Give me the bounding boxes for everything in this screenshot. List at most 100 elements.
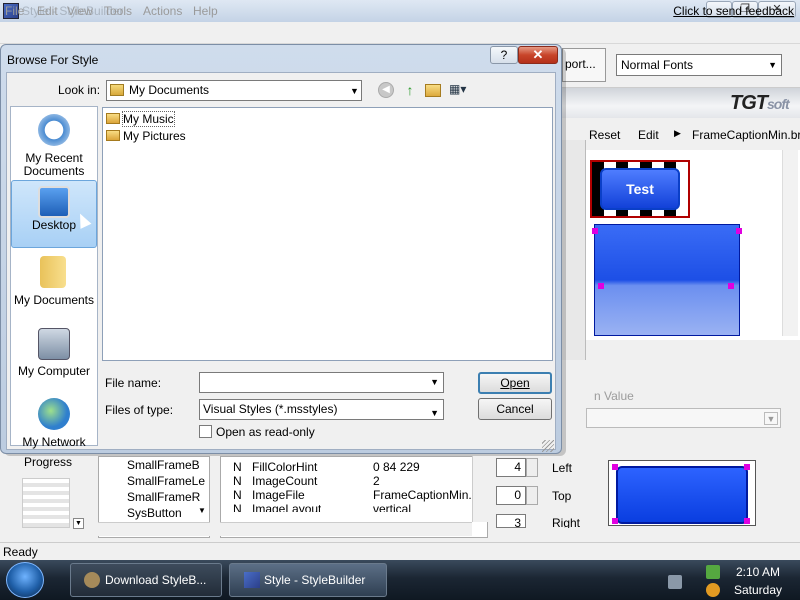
list-item-my-music[interactable]: My Music	[106, 111, 175, 127]
chevron-down-icon[interactable]: ▼	[350, 86, 359, 96]
file-name-label: File name:	[105, 376, 162, 390]
file-name-input[interactable]: ▼	[199, 372, 444, 393]
feedback-link[interactable]: Click to send feedback	[673, 4, 794, 18]
spinner-arrows[interactable]	[526, 486, 538, 505]
margin-top-spinner[interactable]: 0	[496, 486, 526, 505]
read-only-label[interactable]: Open as read-only	[216, 425, 315, 439]
value-label: n Value	[594, 389, 634, 403]
grid-name-cell[interactable]: ImageFile	[252, 488, 305, 502]
menu-actions[interactable]: Actions	[143, 4, 182, 18]
music-folder-icon	[106, 113, 120, 124]
frame-name-label: FrameCaptionMin.br	[692, 128, 800, 142]
fonts-select[interactable]: Normal Fonts ▼	[616, 54, 782, 76]
open-button[interactable]: Open	[478, 372, 552, 394]
sizing-marker	[612, 518, 618, 524]
tree-item[interactable]: SmallFrameLe	[127, 474, 205, 488]
margin-right-spinner[interactable]: 3	[496, 514, 526, 528]
stylebuilder-icon	[244, 572, 260, 588]
download-icon	[84, 572, 100, 588]
resize-grip[interactable]	[542, 440, 554, 452]
clock-day[interactable]: Saturday	[734, 583, 782, 597]
brand-logo: TGTsoft	[730, 92, 790, 114]
files-of-type-value: Visual Styles (*.msstyles)	[203, 402, 338, 416]
clock-icon	[38, 114, 70, 146]
look-in-select[interactable]: My Documents	[106, 80, 362, 101]
menu-edit[interactable]: Edit	[37, 4, 58, 18]
list-item-my-pictures[interactable]: My Pictures	[106, 129, 186, 143]
grid-horizontal-scrollbar[interactable]	[220, 522, 472, 536]
grid-name-cell[interactable]: FillColorHint	[252, 460, 317, 474]
sizing-marker	[592, 228, 598, 234]
file-list[interactable]	[102, 107, 553, 361]
image-preview	[594, 224, 740, 336]
margin-top-label: Top	[552, 489, 572, 503]
sizing-marker	[612, 464, 618, 470]
menu-view[interactable]: View	[67, 4, 93, 18]
reset-button[interactable]: Reset	[589, 128, 620, 142]
up-folder-icon[interactable]: ↑	[402, 82, 418, 98]
grid-value-cell[interactable]: 2	[373, 474, 380, 488]
tree-horizontal-scrollbar[interactable]	[98, 522, 210, 536]
place-label: My Recent Documents	[23, 151, 85, 178]
place-label: My Computer	[17, 364, 91, 378]
palette-scroll-down-icon[interactable]: ▼	[73, 518, 84, 529]
value-select[interactable]: ▼	[586, 408, 781, 428]
margin-preview-image	[616, 466, 748, 524]
sizing-marker	[744, 518, 750, 524]
file-name: My Pictures	[123, 129, 186, 143]
grid-value-cell[interactable]: FrameCaptionMin...	[373, 488, 478, 502]
dialog-close-button[interactable]: ✕	[518, 46, 558, 64]
security-tray-icon[interactable]	[706, 583, 720, 597]
help-button[interactable]: ?	[490, 46, 518, 64]
tree-item[interactable]: SysButton	[127, 506, 182, 520]
back-icon[interactable]: ◀	[378, 82, 394, 98]
new-folder-icon[interactable]	[425, 84, 441, 97]
test-preview-button[interactable]: Test	[600, 168, 680, 210]
grid-value-cell[interactable]: vertical	[373, 502, 411, 512]
tree-item[interactable]: SmallFrameR	[127, 490, 200, 504]
taskbar-button-label: Download StyleB...	[105, 573, 207, 587]
menu-bar	[0, 22, 800, 44]
import-button[interactable]: port...	[562, 48, 606, 82]
grid-value-cell[interactable]: 0 84 229	[373, 460, 420, 474]
chevron-down-icon[interactable]: ▼	[430, 377, 439, 387]
look-in-value: My Documents	[129, 83, 210, 97]
cancel-button[interactable]: Cancel	[478, 398, 552, 420]
menu-help[interactable]: Help	[193, 4, 218, 18]
edit-button[interactable]: Edit	[638, 128, 659, 142]
documents-folder-icon	[110, 84, 124, 96]
views-menu-icon[interactable]: ▦▾	[449, 82, 471, 98]
taskbar-button-label: Style - StyleBuilder	[264, 573, 366, 587]
grid-name-cell[interactable]: ImageCount	[252, 474, 317, 488]
progress-palette-icon[interactable]	[22, 478, 70, 528]
grid-name-cell[interactable]: ImageLayout	[252, 502, 321, 512]
read-only-checkbox[interactable]	[199, 425, 212, 438]
look-in-label: Look in:	[58, 83, 101, 97]
grid-type-cell: N	[233, 502, 242, 512]
start-button[interactable]	[6, 562, 44, 598]
keyboard-icon[interactable]	[668, 575, 682, 589]
files-of-type-select[interactable]: Visual Styles (*.msstyles) ▼	[199, 399, 444, 420]
status-text: Ready	[3, 545, 38, 559]
network-icon	[38, 398, 70, 430]
play-icon[interactable]: ▶	[674, 128, 681, 139]
folder-icon	[40, 256, 66, 288]
clock-time[interactable]: 2:10 AM	[736, 565, 780, 579]
place-label: My Documents	[13, 293, 95, 307]
menu-tools[interactable]: Tools	[104, 4, 132, 18]
tree-item[interactable]: SmallFrameB	[127, 458, 200, 472]
spinner-arrows[interactable]	[526, 458, 538, 477]
desktop-icon	[38, 186, 70, 218]
tree-scroll-down-icon[interactable]: ▼	[198, 506, 206, 515]
pictures-folder-icon	[106, 130, 120, 141]
menu-file[interactable]: File	[5, 4, 24, 18]
sizing-marker	[728, 283, 734, 289]
preview-scrollbar[interactable]	[782, 150, 798, 336]
margin-left-spinner[interactable]: 4	[496, 458, 526, 477]
grid-vertical-scrollbar[interactable]	[472, 456, 488, 522]
sizing-marker	[598, 283, 604, 289]
cancel-button-label: Cancel	[496, 402, 534, 416]
grid-type-cell: N	[233, 474, 242, 488]
place-label: Desktop	[31, 218, 77, 232]
network-tray-icon[interactable]	[706, 565, 720, 579]
